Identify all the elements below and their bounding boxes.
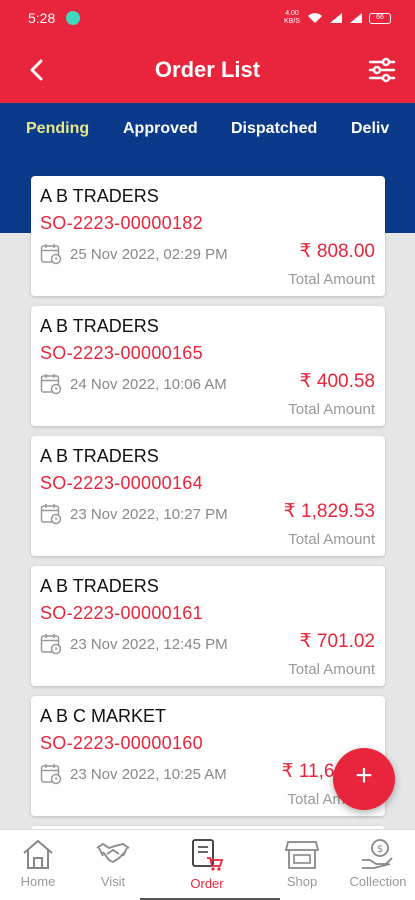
order-amount: ₹ 400.58 (299, 371, 375, 392)
calendar-clock-icon (40, 504, 62, 525)
status-indicators: 4.00 KB/S 66 (283, 10, 391, 26)
order-number: SO-2223-00000182 (40, 213, 203, 233)
status-time: 5:28 (28, 10, 56, 26)
battery-icon: 66 (369, 12, 391, 24)
filter-button[interactable] (367, 55, 397, 85)
order-cart-icon (192, 839, 224, 871)
amount-label: Total Amount (288, 401, 375, 418)
order-amount: ₹ 808.00 (299, 241, 375, 262)
tab-dispatched[interactable]: Dispatched (231, 120, 317, 138)
signal-icon-2 (350, 13, 362, 23)
order-date: 23 Nov 2022, 10:25 AM (70, 766, 227, 783)
order-card[interactable]: A B TRADERS SO-2223-00000182 25 Nov 2022… (31, 176, 385, 296)
home-icon (23, 840, 53, 869)
nav-order[interactable]: Order (167, 838, 247, 891)
nav-home[interactable]: Home (0, 838, 78, 889)
svg-text:$: $ (377, 844, 383, 855)
money-hand-icon: $ (362, 839, 393, 869)
nav-label: Order (190, 876, 224, 891)
order-date: 23 Nov 2022, 12:45 PM (70, 636, 228, 653)
nav-label: Visit (100, 874, 126, 889)
calendar-clock-icon (40, 374, 62, 395)
shop-icon (285, 841, 319, 869)
add-order-button[interactable]: + (333, 748, 395, 810)
order-number: SO-2223-00000165 (40, 343, 203, 363)
app-bar: Order List (0, 37, 415, 103)
plus-icon: + (355, 759, 373, 792)
order-card[interactable]: A B TRADERS SO-2223-00000165 24 Nov 2022… (31, 306, 385, 426)
calendar-clock-icon (40, 764, 62, 785)
order-date: 24 Nov 2022, 10:06 AM (70, 376, 227, 393)
order-number: SO-2223-00000164 (40, 473, 203, 493)
customer-name: A B TRADERS (40, 446, 159, 466)
nav-collection[interactable]: $ Collection (338, 838, 415, 889)
bottom-navigation: Home Visit Order Shop $ Collection (0, 829, 415, 900)
order-card[interactable]: A B C MARKET SO-2223-00000160 23 Nov 202… (31, 696, 385, 816)
order-amount: ₹ 1,829.53 (283, 501, 375, 522)
customer-name: A B TRADERS (40, 316, 159, 336)
page-title: Order List (154, 57, 261, 82)
order-card[interactable]: A B TRADERS SO-2223-00000161 23 Nov 2022… (31, 566, 385, 686)
nav-visit[interactable]: Visit (73, 838, 153, 889)
order-card[interactable]: A B TRADERS SO-2223-00000164 23 Nov 2022… (31, 436, 385, 556)
amount-label: Total Amount (288, 661, 375, 678)
status-bar: 5:28 4.00 KB/S 66 (0, 0, 415, 37)
customer-name: A B C MARKET (40, 706, 167, 726)
nav-label: Home (20, 874, 56, 889)
network-speed: 4.00 KB/S (284, 10, 300, 25)
calendar-clock-icon (40, 634, 62, 655)
nav-label: Shop (286, 874, 318, 889)
nav-shop[interactable]: Shop (262, 838, 342, 889)
nav-label: Collection (349, 874, 407, 889)
sliders-icon (368, 57, 396, 83)
calendar-clock-icon (40, 244, 62, 265)
status-tabs: Pending Approved Dispatched Deliv (0, 103, 415, 155)
tab-pending[interactable]: Pending (26, 120, 89, 138)
tab-approved[interactable]: Approved (123, 120, 198, 138)
signal-icon (330, 13, 342, 23)
handshake-icon (96, 842, 130, 864)
customer-name: A B TRADERS (40, 576, 159, 596)
order-amount: ₹ 701.02 (299, 631, 375, 652)
wifi-icon (308, 13, 322, 23)
customer-name: A B TRADERS (40, 186, 159, 206)
app-notification-icon (66, 11, 80, 25)
tab-delivered[interactable]: Deliv (351, 120, 389, 138)
order-number: SO-2223-00000161 (40, 603, 203, 623)
amount-label: Total Amount (288, 271, 375, 288)
order-number: SO-2223-00000160 (40, 733, 203, 753)
order-date: 25 Nov 2022, 02:29 PM (70, 246, 228, 263)
order-date: 23 Nov 2022, 10:27 PM (70, 506, 228, 523)
amount-label: Total Amount (288, 531, 375, 548)
